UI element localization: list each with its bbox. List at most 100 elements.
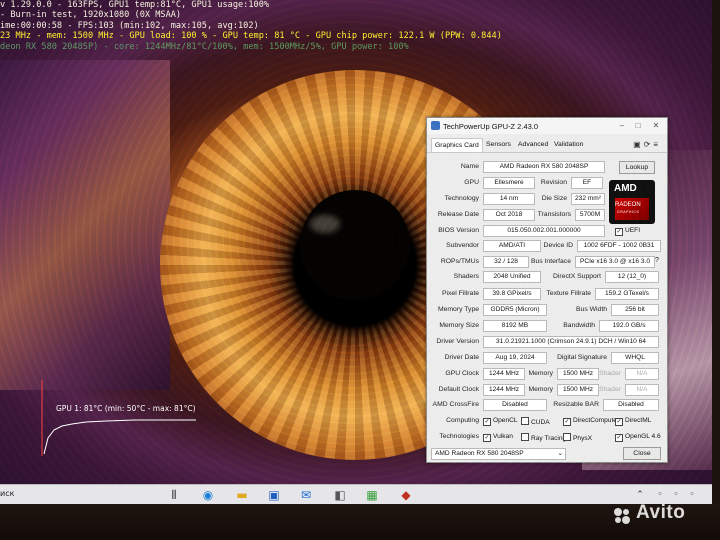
field-subvendor: AMD/ATI (483, 240, 541, 252)
gpuz-titlebar[interactable]: TechPowerUp GPU-Z 2.43.0 – □ ✕ (427, 118, 667, 134)
uefi-indicator: ✓ UEFI (615, 227, 640, 236)
monitor-screen: v 1.29.0.0 - 163FPS, GPU1 temp:81°C, GPU… (0, 0, 712, 484)
mail-icon[interactable]: ✉ (298, 487, 314, 503)
gpuz-tabs: Graphics Card Sensors Advanced Validatio… (427, 136, 667, 153)
minimize-icon[interactable]: – (615, 121, 629, 131)
lookup-button[interactable]: Lookup (619, 161, 655, 174)
tab-validation[interactable]: Validation (551, 138, 586, 151)
label-gpu-clock: GPU Clock (445, 370, 479, 377)
field-revision: EF (571, 177, 603, 189)
label-memory-size: Memory Size (439, 322, 479, 329)
tray-icon-3[interactable]: ◦ (684, 487, 700, 503)
field-bios: 015.050.002.001.000000 (483, 225, 605, 237)
label-transistors: Transistors (537, 211, 571, 218)
label-device-id: Device ID (543, 242, 573, 249)
radeon-logo-text: RADEON (615, 202, 641, 208)
avito-logo-icon (614, 508, 630, 524)
technologies-label: Vulkan (493, 433, 513, 440)
checkbox-computing-3: ✓ (615, 418, 623, 426)
field-bandwidth: 192.0 GB/s (599, 320, 659, 332)
label-computing: Computing (446, 417, 479, 424)
gpuz-title: TechPowerUp GPU-Z 2.43.0 (443, 122, 539, 131)
eye-catchlight (310, 215, 340, 233)
field-gpu: Ellesmere (483, 177, 535, 189)
field-pixel-fillrate: 39.8 GPixel/s (483, 288, 541, 300)
checkbox-technologies-3: ✓ (615, 434, 623, 442)
gpuz-taskbar-icon[interactable]: ▦ (364, 487, 380, 503)
background-art-left (0, 60, 170, 390)
close-icon[interactable]: ✕ (649, 121, 663, 131)
field-texture-fillrate: 159.2 GTexel/s (595, 288, 659, 300)
gpuz-window[interactable]: TechPowerUp GPU-Z 2.43.0 – □ ✕ Graphics … (426, 117, 668, 463)
technologies-label: PhysX (573, 435, 593, 442)
technologies-2: PhysX (563, 433, 592, 442)
checkbox-computing-0: ✓ (483, 418, 491, 426)
label-default-memory: Memory (528, 386, 553, 393)
label-pixel-fillrate: Pixel Fillrate (441, 290, 479, 297)
chevron-down-icon: ⌄ (557, 450, 563, 457)
tab-graphics-card[interactable]: Graphics Card (431, 138, 483, 152)
task-view-icon[interactable]: ⫴ (166, 487, 182, 503)
eye-pupil (300, 190, 410, 300)
windows-taskbar: иск ⫴ ◉ ▬ ▣ ✉ ◧ ▦ ◆ ⌃ ◦ ◦ ◦ (0, 484, 712, 505)
technologies-label: OpenGL 4.6 (625, 433, 661, 440)
field-memory-type: GDDR5 (Micron) (483, 304, 547, 316)
label-technologies: Technologies (439, 433, 479, 440)
benchmark-taskbar-icon[interactable]: ◆ (398, 487, 414, 503)
technologies-0: ✓ Vulkan (483, 433, 513, 442)
field-crossfire: Disabled (483, 399, 547, 411)
menu-icon[interactable]: ≡ (653, 140, 661, 149)
avito-dot-3 (615, 517, 621, 523)
label-name: Name (460, 163, 479, 170)
temperature-line (43, 419, 196, 455)
field-memory-clock: 1500 MHz (557, 368, 599, 380)
avito-dot-2 (623, 509, 629, 515)
bus-help-icon[interactable]: ? (655, 257, 659, 264)
label-shader-clock: Shader (599, 370, 621, 377)
app-icon[interactable]: ◧ (332, 487, 348, 503)
label-crossfire: AMD CrossFire (432, 401, 479, 408)
background-art-right (582, 150, 712, 470)
file-explorer-icon[interactable]: ▬ (234, 487, 250, 503)
field-shader-clock: N/A (625, 368, 659, 380)
label-memory-type: Memory Type (437, 306, 479, 313)
tray-icon-1[interactable]: ◦ (652, 487, 668, 503)
maximize-icon[interactable]: □ (631, 121, 645, 131)
taskbar-search[interactable]: иск (0, 489, 14, 498)
field-shaders: 2048 Unified (483, 271, 541, 283)
field-die-size: 232 mm² (571, 193, 605, 205)
computing-0: ✓ OpenCL (483, 417, 518, 426)
label-bus-width: Bus Width (576, 306, 607, 313)
amd-logo-text: AMD (614, 183, 637, 194)
camera-icon[interactable]: ▣ (633, 140, 644, 149)
monitor-bezel-right (712, 0, 720, 504)
label-driver-version: Driver Version (436, 338, 479, 345)
eye-iris-texture (160, 70, 550, 460)
store-icon[interactable]: ▣ (266, 487, 282, 503)
osd-line-fps: ime:00:00:58 - FPS:103 (min:102, max:105… (0, 20, 259, 31)
computing-3: ✓ DirectML (615, 417, 651, 426)
temperature-label: GPU 1: 81°C (min: 50°C - max: 81°C) (56, 404, 196, 413)
toolbar-icons: ▣⟳≡ (633, 140, 661, 149)
label-memory-clock: Memory (528, 370, 553, 377)
technologies-label: Ray Tracing (531, 435, 567, 442)
label-driver-date: Driver Date (444, 354, 479, 361)
field-technology: 14 nm (483, 193, 535, 205)
edge-browser-icon[interactable]: ◉ (200, 487, 216, 503)
tab-sensors[interactable]: Sensors (483, 138, 514, 151)
tab-advanced[interactable]: Advanced (515, 138, 551, 151)
tray-chevron-icon[interactable]: ⌃ (632, 487, 648, 503)
refresh-icon[interactable]: ⟳ (644, 140, 654, 149)
label-gpu: GPU (464, 179, 479, 186)
field-driver-version: 31.0.21921.1000 (Crimson 24.9.1) DCH / W… (483, 336, 659, 348)
label-shaders: Shaders (453, 273, 479, 280)
checkbox-technologies-1 (521, 433, 529, 441)
checkbox-technologies-0: ✓ (483, 434, 491, 442)
card-select[interactable]: AMD Radeon RX 580 2048SP ⌄ (431, 448, 566, 460)
tray-icon-2[interactable]: ◦ (668, 487, 684, 503)
checkbox-uefi: ✓ (615, 228, 623, 236)
close-button[interactable]: Close (623, 447, 661, 460)
osd-line-version: v 1.29.0.0 - 163FPS, GPU1 temp:81°C, GPU… (0, 0, 270, 10)
field-name: AMD Radeon RX 580 2048SP (483, 161, 605, 173)
label-technology: Technology (444, 195, 479, 202)
